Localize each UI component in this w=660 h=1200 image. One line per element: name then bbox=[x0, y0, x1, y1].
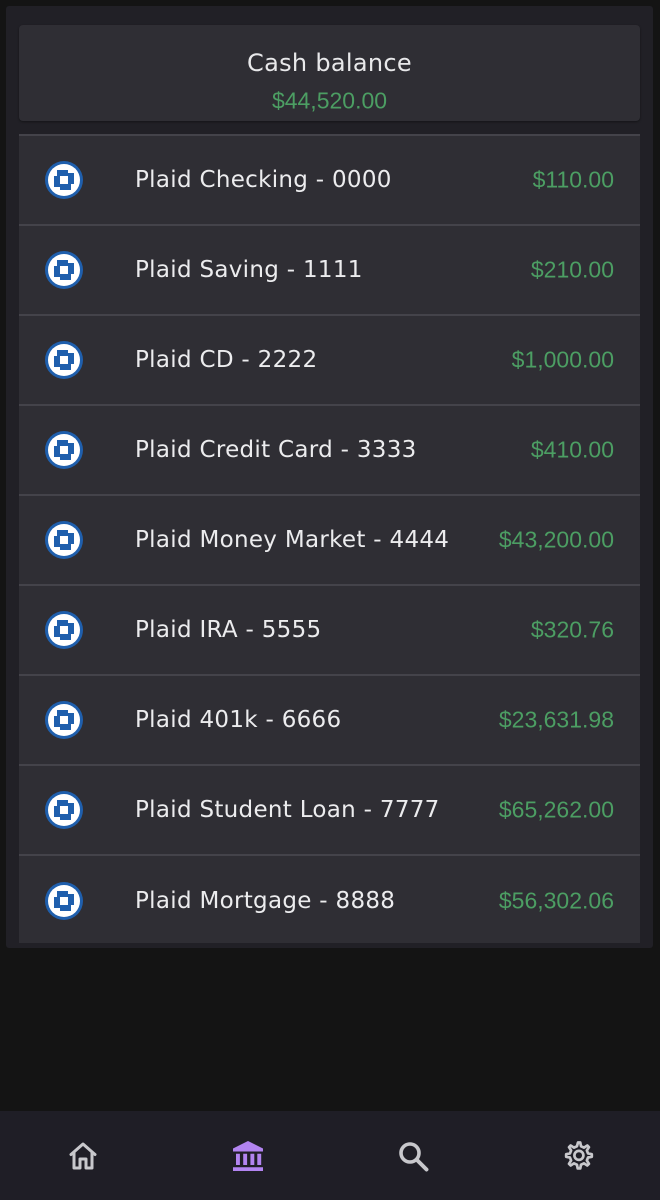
chase-bank-icon bbox=[45, 161, 83, 199]
account-row[interactable]: Plaid Checking - 0000 $110.00 bbox=[19, 136, 640, 226]
account-amount: $56,302.06 bbox=[498, 887, 614, 914]
account-name: Plaid Student Loan - 7777 bbox=[135, 797, 440, 823]
account-name: Plaid IRA - 5555 bbox=[135, 617, 322, 643]
chase-bank-icon bbox=[45, 701, 83, 739]
account-name: Plaid Saving - 1111 bbox=[135, 257, 363, 283]
chase-bank-icon bbox=[45, 251, 83, 289]
account-row[interactable]: Plaid CD - 2222 $1,000.00 bbox=[19, 316, 640, 406]
account-name: Plaid Credit Card - 3333 bbox=[135, 437, 417, 463]
account-name: Plaid Mortgage - 8888 bbox=[135, 888, 396, 914]
nav-search[interactable] bbox=[330, 1111, 495, 1200]
chase-bank-icon bbox=[45, 882, 83, 920]
account-amount: $110.00 bbox=[532, 166, 614, 193]
chase-bank-icon bbox=[45, 431, 83, 469]
nav-settings[interactable] bbox=[495, 1111, 660, 1200]
cash-balance-card: Cash balance $44,520.00 bbox=[19, 25, 640, 121]
account-amount: $1,000.00 bbox=[511, 346, 614, 373]
bank-icon bbox=[232, 1140, 263, 1171]
bottom-navigation bbox=[0, 1111, 660, 1200]
search-icon bbox=[398, 1141, 428, 1171]
account-list: Plaid Checking - 0000 $110.00 Plaid Savi… bbox=[19, 134, 640, 943]
account-row[interactable]: Plaid 401k - 6666 $23,631.98 bbox=[19, 676, 640, 766]
account-amount: $43,200.00 bbox=[498, 526, 614, 553]
account-name: Plaid Checking - 0000 bbox=[135, 167, 392, 193]
account-name: Plaid CD - 2222 bbox=[135, 347, 318, 373]
account-row[interactable]: Plaid Student Loan - 7777 $65,262.00 bbox=[19, 766, 640, 856]
account-amount: $410.00 bbox=[530, 436, 614, 463]
account-amount: $23,631.98 bbox=[498, 706, 614, 733]
account-row[interactable]: Plaid Money Market - 4444 $43,200.00 bbox=[19, 496, 640, 586]
account-row[interactable]: Plaid Saving - 1111 $210.00 bbox=[19, 226, 640, 316]
account-amount: $65,262.00 bbox=[498, 796, 614, 823]
nav-home[interactable] bbox=[0, 1111, 165, 1200]
account-row[interactable]: Plaid Mortgage - 8888 $56,302.06 bbox=[19, 856, 640, 946]
chase-bank-icon bbox=[45, 791, 83, 829]
account-amount: $210.00 bbox=[530, 256, 614, 283]
account-row[interactable]: Plaid Credit Card - 3333 $410.00 bbox=[19, 406, 640, 496]
settings-gear-icon bbox=[564, 1140, 593, 1170]
account-amount: $320.76 bbox=[530, 616, 614, 643]
account-name: Plaid Money Market - 4444 bbox=[135, 527, 450, 553]
cash-balance-title: Cash balance bbox=[247, 49, 412, 77]
cash-balance-value: $44,520.00 bbox=[271, 87, 388, 114]
nav-accounts[interactable] bbox=[165, 1111, 330, 1200]
account-row[interactable]: Plaid IRA - 5555 $320.76 bbox=[19, 586, 640, 676]
home-icon bbox=[69, 1142, 96, 1169]
account-name: Plaid 401k - 6666 bbox=[135, 707, 342, 733]
chase-bank-icon bbox=[45, 341, 83, 379]
chase-bank-icon bbox=[45, 521, 83, 559]
chase-bank-icon bbox=[45, 611, 83, 649]
